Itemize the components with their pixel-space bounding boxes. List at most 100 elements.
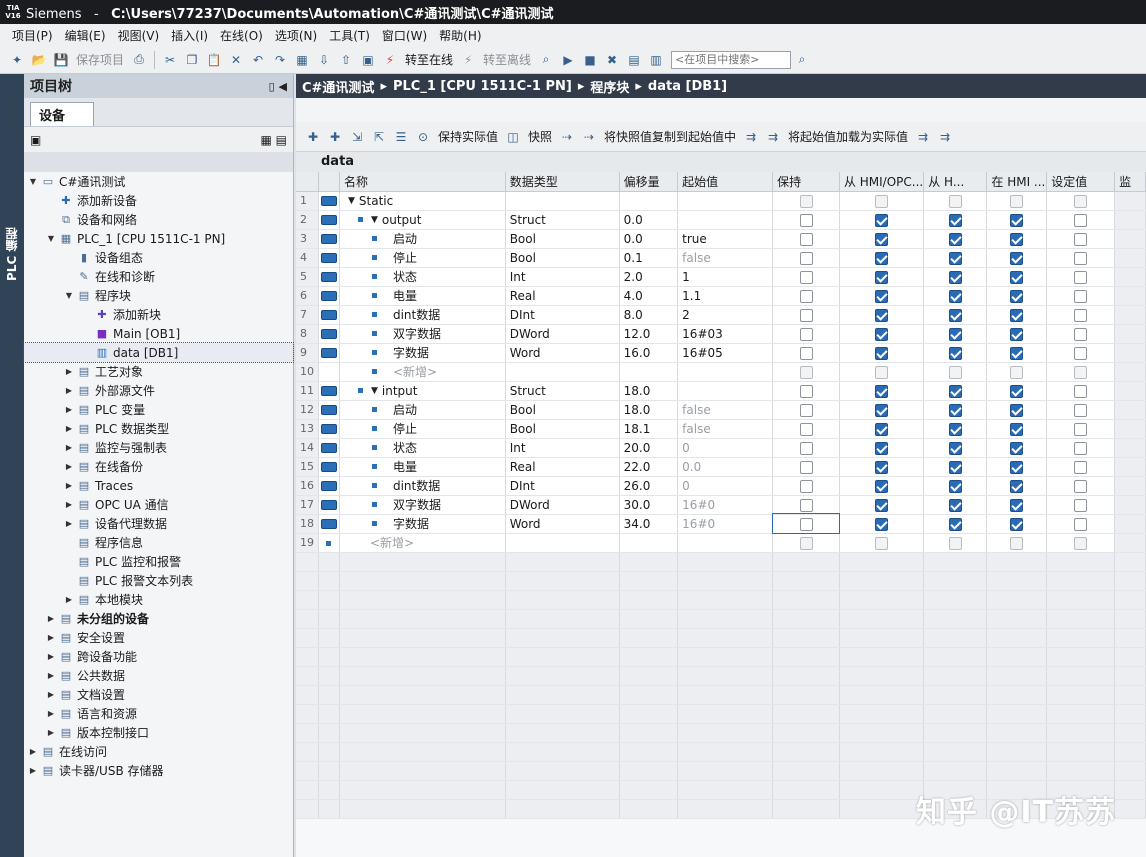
- tree-item[interactable]: ▶ ▤ 监控与强制表: [24, 438, 293, 457]
- menu-item[interactable]: 工具(T): [323, 27, 376, 44]
- save-project-icon[interactable]: 💾: [51, 50, 71, 70]
- expand-arrow-icon[interactable]: ▼: [371, 386, 378, 396]
- tree-item[interactable]: ✎ 在线和诊断: [24, 267, 293, 286]
- data-type-cell[interactable]: DInt: [505, 476, 620, 496]
- start-value-cell[interactable]: 2: [677, 305, 774, 325]
- expand-arrow-icon[interactable]: ▶: [64, 500, 74, 509]
- table-row[interactable]: 1 ▼ Static: [296, 191, 1146, 211]
- hmi-writable-checkbox[interactable]: [948, 251, 962, 265]
- start-value-cell[interactable]: 0: [677, 476, 774, 496]
- retain-checkbox[interactable]: [799, 327, 813, 341]
- keep-actual-button[interactable]: 保持实际值: [438, 128, 498, 145]
- name-cell[interactable]: 双字数据: [339, 495, 506, 515]
- expand-arrow-icon[interactable]: ▼: [371, 215, 378, 225]
- hmi-writable-checkbox[interactable]: [948, 460, 962, 474]
- start-value-cell[interactable]: 16#0: [677, 495, 774, 515]
- hmi-writable-checkbox[interactable]: [948, 289, 962, 303]
- tree-item[interactable]: ▶ ▤ 读卡器/USB 存储器: [24, 761, 293, 780]
- hmi-visible-checkbox[interactable]: [1010, 422, 1024, 436]
- start-cpu-icon[interactable]: ▶: [558, 50, 578, 70]
- header-setpoint[interactable]: 设定值: [1046, 172, 1116, 192]
- name-cell[interactable]: 字数据: [339, 343, 506, 363]
- setpoint-checkbox[interactable]: [1074, 441, 1088, 455]
- overview-icon[interactable]: ▦ ▤: [261, 133, 288, 147]
- start-value-cell[interactable]: [677, 210, 774, 230]
- split-vertical-icon[interactable]: ▥: [646, 50, 666, 70]
- redo-icon[interactable]: ↷: [270, 50, 290, 70]
- table-row[interactable]: 19 <新增>: [296, 533, 1146, 553]
- retain-checkbox[interactable]: [799, 479, 813, 493]
- retain-checkbox[interactable]: [799, 517, 813, 531]
- start-value-cell[interactable]: 16#03: [677, 324, 774, 344]
- paste-icon[interactable]: 📋: [204, 50, 224, 70]
- expand-arrow-icon[interactable]: ▼: [348, 196, 355, 206]
- setpoint-checkbox[interactable]: [1074, 403, 1088, 417]
- expand-arrow-icon[interactable]: ▶: [64, 424, 74, 433]
- save-project-button[interactable]: 保存项目: [76, 51, 124, 68]
- collapse-panel-icon[interactable]: ▯ ◀: [269, 80, 287, 93]
- hmi-visible-checkbox[interactable]: [1010, 441, 1024, 455]
- cut-icon[interactable]: ✂: [160, 50, 180, 70]
- header-hmi-visible[interactable]: 在 HMI ...: [986, 172, 1048, 192]
- table-row[interactable]: 11 ▼ intput Struct 18.0: [296, 381, 1146, 401]
- tree-item[interactable]: ▼ ▭ C#通讯测试: [24, 172, 293, 191]
- hmi-writable-checkbox[interactable]: [948, 232, 962, 246]
- expand-arrow-icon[interactable]: ▶: [46, 652, 56, 661]
- tree-item[interactable]: ▶ ▤ 未分组的设备: [24, 609, 293, 628]
- tree-item[interactable]: ▥ data [DB1]: [23, 342, 294, 363]
- hmi-opc-accessible-checkbox[interactable]: [875, 441, 889, 455]
- header-monitor[interactable]: 监: [1114, 172, 1146, 192]
- hmi-visible-checkbox[interactable]: [1010, 498, 1024, 512]
- expand-arrow-icon[interactable]: ▶: [64, 481, 74, 490]
- table-row[interactable]: 4 停止 Bool 0.1 false: [296, 248, 1146, 268]
- start-value-cell[interactable]: false: [677, 419, 774, 439]
- hmi-visible-checkbox[interactable]: [1010, 365, 1024, 379]
- copy-icon[interactable]: ❐: [182, 50, 202, 70]
- hmi-opc-accessible-checkbox[interactable]: [875, 213, 889, 227]
- retain-checkbox[interactable]: [799, 232, 813, 246]
- data-type-cell[interactable]: Struct: [505, 381, 620, 401]
- table-row[interactable]: 6 电量 Real 4.0 1.1: [296, 286, 1146, 306]
- setpoint-checkbox[interactable]: [1074, 460, 1088, 474]
- expand-arrow-icon[interactable]: ▶: [64, 367, 74, 376]
- hmi-visible-checkbox[interactable]: [1010, 213, 1024, 227]
- split-horizontal-icon[interactable]: ▤: [624, 50, 644, 70]
- setpoint-checkbox[interactable]: [1074, 384, 1088, 398]
- hmi-opc-accessible-checkbox[interactable]: [875, 194, 889, 208]
- tree-item[interactable]: ▤ PLC 报警文本列表: [24, 571, 293, 590]
- table-row[interactable]: 17 双字数据 DWord 30.0 16#0: [296, 495, 1146, 515]
- collapse-arrow-icon[interactable]: ▼: [46, 234, 56, 243]
- breadcrumb-plc[interactable]: PLC_1 [CPU 1511C-1 PN]: [393, 79, 572, 94]
- tree-item[interactable]: ■ Main [OB1]: [24, 324, 293, 343]
- hmi-visible-checkbox[interactable]: [1010, 403, 1024, 417]
- retain-checkbox[interactable]: [799, 251, 813, 265]
- expand-arrow-icon[interactable]: ▶: [46, 690, 56, 699]
- snapshot-button[interactable]: 快照: [528, 128, 552, 145]
- load-start-icon[interactable]: ⇉: [913, 127, 933, 147]
- go-offline-button[interactable]: 转至离线: [483, 51, 531, 68]
- header-hmi-opc[interactable]: 从 HMI/OPC...: [839, 172, 925, 192]
- expand-arrow-icon[interactable]: ▶: [64, 595, 74, 604]
- data-type-cell[interactable]: Struct: [505, 210, 620, 230]
- hmi-writable-checkbox[interactable]: [948, 536, 962, 550]
- copy-snapshot-button[interactable]: 将快照值复制到起始值中: [604, 128, 736, 145]
- data-type-cell[interactable]: Word: [505, 514, 620, 534]
- delete-icon[interactable]: ✕: [226, 50, 246, 70]
- setpoint-checkbox[interactable]: [1074, 422, 1088, 436]
- start-value-cell[interactable]: [677, 362, 774, 382]
- start-value-cell[interactable]: 1.1: [677, 286, 774, 306]
- data-type-cell[interactable]: DWord: [505, 495, 620, 515]
- start-value-cell[interactable]: false: [677, 248, 774, 268]
- hmi-opc-accessible-checkbox[interactable]: [875, 232, 889, 246]
- menu-item[interactable]: 帮助(H): [433, 27, 487, 44]
- name-cell[interactable]: <新增>: [339, 533, 506, 553]
- tab-devices[interactable]: 设备: [30, 102, 94, 126]
- hmi-visible-checkbox[interactable]: [1010, 289, 1024, 303]
- name-cell[interactable]: 字数据: [339, 514, 506, 534]
- setpoint-checkbox[interactable]: [1074, 251, 1088, 265]
- tree-item[interactable]: ▮ 设备组态: [24, 248, 293, 267]
- menu-item[interactable]: 选项(N): [269, 27, 323, 44]
- name-cell[interactable]: 状态: [339, 438, 506, 458]
- start-value-cell[interactable]: [677, 533, 774, 553]
- tree-item[interactable]: ✚ 添加新设备: [24, 191, 293, 210]
